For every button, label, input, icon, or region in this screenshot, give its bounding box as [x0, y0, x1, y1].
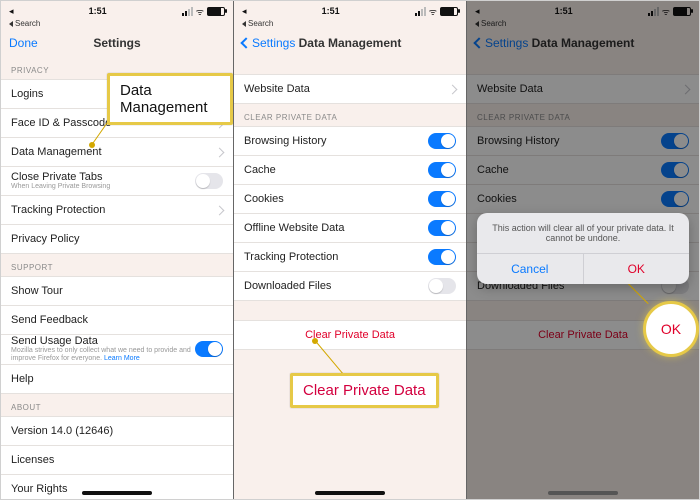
battery-icon	[673, 7, 691, 16]
callout-ok: OK	[643, 301, 699, 357]
row-send-usage-data[interactable]: Send Usage DataMozilla strives to only c…	[1, 334, 233, 365]
toggle-cookies[interactable]	[428, 191, 456, 207]
row-website-data[interactable]: Website Data	[234, 74, 466, 104]
toggle-downloads[interactable]	[428, 278, 456, 294]
back-to-search[interactable]: Search	[467, 19, 699, 30]
signal-icon	[182, 7, 193, 16]
section-about: About	[1, 393, 233, 416]
status-right: ᯤ	[182, 5, 225, 18]
row-tracking-protection[interactable]: Tracking Protection	[234, 242, 466, 272]
battery-icon	[207, 7, 225, 16]
row-version: Version 14.0 (12646)	[1, 416, 233, 446]
wifi-icon: ᯤ	[196, 5, 204, 18]
status-bar: ◂ 1:51 ᯤ	[234, 1, 466, 19]
notch-left: ◂	[242, 6, 247, 17]
toggle-history	[661, 133, 689, 149]
dialog-message: This action will clear all of your priva…	[477, 213, 689, 253]
section-clear-data: Clear Private Data	[467, 103, 699, 126]
panel-settings: ◂ 1:51 ᯤ Search Done Settings Privacy Lo…	[1, 1, 234, 499]
row-help[interactable]: Help	[1, 364, 233, 394]
row-browsing-history[interactable]: Browsing History	[234, 126, 466, 156]
page-title: Settings	[93, 36, 140, 50]
learn-more-link[interactable]: Learn More	[104, 355, 140, 362]
page-title: Data Management	[532, 36, 635, 50]
toggle-offline[interactable]	[428, 220, 456, 236]
panel-data-management: ◂ 1:51 ᯤ Search Settings Data Management…	[234, 1, 467, 499]
section-support: Support	[1, 253, 233, 276]
back-to-search[interactable]: Search	[234, 19, 466, 30]
signal-icon	[648, 7, 659, 16]
notch-left: ◂	[475, 6, 480, 17]
row-close-private-tabs[interactable]: Close Private TabsWhen Leaving Private B…	[1, 166, 233, 196]
callout-clear-data: Clear Private Data	[290, 373, 439, 408]
home-indicator[interactable]	[315, 491, 385, 495]
row-downloaded-files[interactable]: Downloaded Files	[234, 271, 466, 301]
battery-icon	[440, 7, 458, 16]
status-time: 1:51	[555, 6, 573, 16]
navbar: Settings Data Management	[234, 30, 466, 56]
toggle-cookies	[661, 191, 689, 207]
row-send-feedback[interactable]: Send Feedback	[1, 305, 233, 335]
chevron-right-icon	[215, 205, 225, 215]
home-indicator[interactable]	[82, 491, 152, 495]
chevron-right-icon	[448, 84, 458, 94]
chevron-left-icon	[473, 37, 484, 48]
confirm-dialog: This action will clear all of your priva…	[477, 213, 689, 284]
row-your-rights[interactable]: Your Rights	[1, 474, 233, 499]
status-time: 1:51	[89, 6, 107, 16]
status-bar: ◂ 1:51 ᯤ	[467, 1, 699, 19]
ok-button[interactable]: OK	[583, 254, 690, 284]
back-to-search[interactable]: Search	[1, 19, 233, 30]
row-show-tour[interactable]: Show Tour	[1, 276, 233, 306]
section-clear-data: Clear Private Data	[234, 103, 466, 126]
signal-icon	[415, 7, 426, 16]
notch-left: ◂	[9, 6, 14, 17]
row-website-data: Website Data	[467, 74, 699, 104]
row-data-management[interactable]: Data Management	[1, 137, 233, 167]
row-cache: Cache	[467, 155, 699, 185]
cancel-button[interactable]: Cancel	[477, 254, 583, 284]
page-title: Data Management	[299, 36, 402, 50]
toggle-close-tabs[interactable]	[195, 173, 223, 189]
chevron-right-icon	[681, 84, 691, 94]
done-button[interactable]: Done	[9, 36, 38, 50]
home-indicator[interactable]	[548, 491, 618, 495]
chevron-left-icon	[240, 37, 251, 48]
status-bar: ◂ 1:51 ᯤ	[1, 1, 233, 19]
row-cookies[interactable]: Cookies	[234, 184, 466, 214]
row-privacy-policy[interactable]: Privacy Policy	[1, 224, 233, 254]
callout-data-management: Data Management	[107, 73, 233, 125]
chevron-right-icon	[215, 147, 225, 157]
status-time: 1:51	[322, 6, 340, 16]
back-button[interactable]: Settings	[242, 36, 295, 50]
row-offline-data[interactable]: Offline Website Data	[234, 213, 466, 243]
clear-private-data-button[interactable]: Clear Private Data	[234, 320, 466, 350]
navbar: Settings Data Management	[467, 30, 699, 56]
back-button[interactable]: Settings	[475, 36, 528, 50]
navbar: Done Settings	[1, 30, 233, 56]
row-cache[interactable]: Cache	[234, 155, 466, 185]
toggle-history[interactable]	[428, 133, 456, 149]
toggle-cache[interactable]	[428, 162, 456, 178]
row-licenses[interactable]: Licenses	[1, 445, 233, 475]
panel-confirm: ◂ 1:51 ᯤ Search Settings Data Management…	[467, 1, 699, 499]
wifi-icon: ᯤ	[429, 5, 437, 18]
toggle-usage-data[interactable]	[195, 341, 223, 357]
toggle-cache	[661, 162, 689, 178]
toggle-tracking[interactable]	[428, 249, 456, 265]
row-cookies: Cookies	[467, 184, 699, 214]
row-tracking-protection[interactable]: Tracking Protection	[1, 195, 233, 225]
row-browsing-history: Browsing History	[467, 126, 699, 156]
wifi-icon: ᯤ	[662, 5, 670, 18]
